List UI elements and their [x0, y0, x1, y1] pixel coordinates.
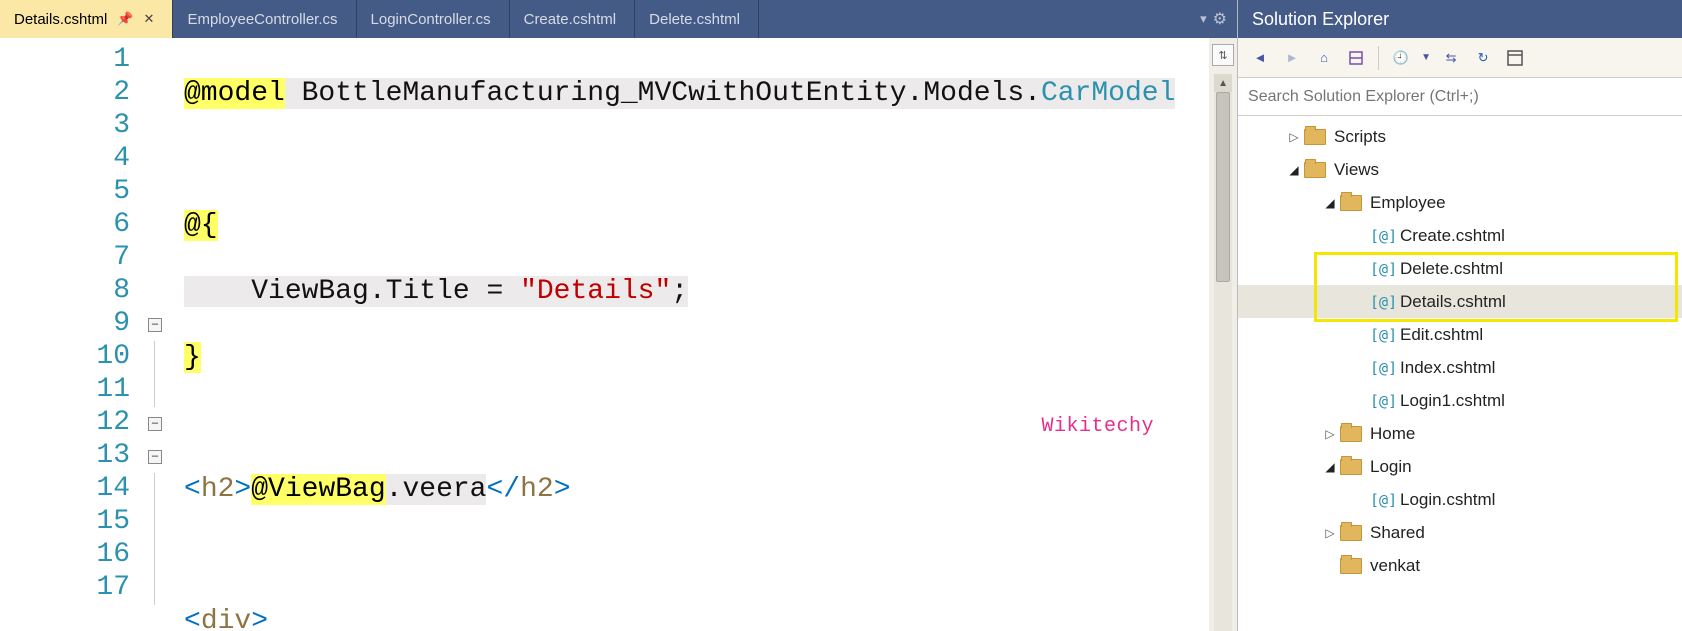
cshtml-icon: [@] [1370, 359, 1396, 377]
cshtml-icon: [@] [1370, 260, 1396, 278]
folder-icon [1340, 525, 1362, 541]
tab-strip: Details.cshtml 📌 ✕ EmployeeController.cs… [0, 0, 1237, 38]
fold-toggle[interactable]: − [148, 450, 162, 464]
folder-icon [1340, 558, 1362, 574]
collapse-icon[interactable]: ⇆ [1437, 44, 1465, 72]
tab-employeecontroller[interactable]: EmployeeController.cs [173, 0, 356, 38]
split-view-icon[interactable]: ⇅ [1212, 44, 1234, 66]
panel-title: Solution Explorer [1238, 0, 1682, 38]
tab-label: Details.cshtml [14, 11, 107, 28]
sx-toolbar: ◄ ► ⌂ 🕘 ▼ ⇆ ↻ [1238, 38, 1682, 78]
editor-edge: ⇅ ▲ [1209, 38, 1237, 631]
folder-icon [1304, 129, 1326, 145]
sx-tree: ▷ Scripts ◢ Views ◢ Employee [@]Create.c… [1238, 116, 1682, 631]
tree-file[interactable]: [@]Create.cshtml [1238, 219, 1682, 252]
tab-label: Delete.cshtml [649, 11, 740, 28]
line-gutter: 1234 5678 9101112 13141516 17 [0, 38, 148, 631]
tree-folder-home[interactable]: ▷ Home [1238, 417, 1682, 450]
chevron-down-icon[interactable]: ◢ [1320, 460, 1340, 474]
scroll-thumb[interactable] [1216, 92, 1230, 282]
tree-folder-employee[interactable]: ◢ Employee [1238, 186, 1682, 219]
chevron-down-icon[interactable]: ◢ [1320, 196, 1340, 210]
pin-icon[interactable]: 📌 [117, 11, 133, 27]
tree-file-details[interactable]: [@]Details.cshtml [1238, 285, 1682, 318]
tree-file[interactable]: [@]Delete.cshtml [1238, 252, 1682, 285]
fold-toggle[interactable]: − [148, 417, 162, 431]
solution-explorer: Solution Explorer ◄ ► ⌂ 🕘 ▼ ⇆ ↻ ▷ Script… [1238, 0, 1682, 631]
tree-folder-views[interactable]: ◢ Views [1238, 153, 1682, 186]
editor-pane: Details.cshtml 📌 ✕ EmployeeController.cs… [0, 0, 1238, 631]
chevron-right-icon[interactable]: ▷ [1284, 130, 1304, 144]
gear-icon[interactable]: ⚙ [1213, 9, 1227, 29]
nav-back-icon[interactable]: ◄ [1246, 44, 1274, 72]
home-icon[interactable]: ⌂ [1310, 44, 1338, 72]
tree-file[interactable]: [@]Login.cshtml [1238, 483, 1682, 516]
scroll-up-icon[interactable]: ▲ [1214, 74, 1232, 92]
tree-folder-scripts[interactable]: ▷ Scripts [1238, 120, 1682, 153]
tab-details-cshtml[interactable]: Details.cshtml 📌 ✕ [0, 0, 173, 38]
cshtml-icon: [@] [1370, 326, 1396, 344]
code-area: 1234 5678 9101112 13141516 17 − − − @mod… [0, 38, 1237, 631]
tabs-overflow-icon[interactable]: ▾ [1200, 11, 1207, 27]
tree-file[interactable]: [@]Index.cshtml [1238, 351, 1682, 384]
folder-icon [1340, 459, 1362, 475]
chevron-right-icon[interactable]: ▷ [1320, 526, 1340, 540]
tab-delete-cshtml[interactable]: Delete.cshtml [635, 0, 759, 38]
sx-search[interactable] [1238, 78, 1682, 116]
fold-column: − − − [148, 38, 184, 631]
vertical-scrollbar[interactable]: ▲ [1214, 74, 1232, 631]
tab-label: EmployeeController.cs [187, 11, 337, 28]
tree-file[interactable]: [@]Login1.cshtml [1238, 384, 1682, 417]
cshtml-icon: [@] [1370, 227, 1396, 245]
cshtml-icon: [@] [1370, 491, 1396, 509]
chevron-down-icon[interactable]: ◢ [1284, 163, 1304, 177]
folder-icon [1340, 195, 1362, 211]
cshtml-icon: [@] [1370, 293, 1396, 311]
tab-logincontroller[interactable]: LoginController.cs [357, 0, 510, 38]
history-icon[interactable]: 🕘 [1387, 44, 1415, 72]
search-input[interactable] [1248, 88, 1672, 106]
tab-create-cshtml[interactable]: Create.cshtml [510, 0, 636, 38]
tab-label: LoginController.cs [371, 11, 491, 28]
tab-label: Create.cshtml [524, 11, 617, 28]
chevron-right-icon[interactable]: ▷ [1320, 427, 1340, 441]
code-editor[interactable]: @model BottleManufacturing_MVCwithOutEnt… [184, 38, 1209, 631]
close-icon[interactable]: ✕ [144, 11, 155, 27]
nav-forward-icon[interactable]: ► [1278, 44, 1306, 72]
tree-folder-login[interactable]: ◢ Login [1238, 450, 1682, 483]
folder-icon [1304, 162, 1326, 178]
sync-icon[interactable] [1342, 44, 1370, 72]
tree-file[interactable]: [@]Edit.cshtml [1238, 318, 1682, 351]
refresh-icon[interactable]: ↻ [1469, 44, 1497, 72]
fold-toggle[interactable]: − [148, 318, 162, 332]
tree-folder-shared[interactable]: ▷ Shared [1238, 516, 1682, 549]
tree-folder-venkat[interactable]: ▷ venkat [1238, 549, 1682, 582]
folder-icon [1340, 426, 1362, 442]
dropdown-icon[interactable]: ▼ [1419, 44, 1433, 72]
tabstrip-controls: ▾ ⚙ [1190, 0, 1237, 38]
cshtml-icon: [@] [1370, 392, 1396, 410]
properties-icon[interactable] [1501, 44, 1529, 72]
